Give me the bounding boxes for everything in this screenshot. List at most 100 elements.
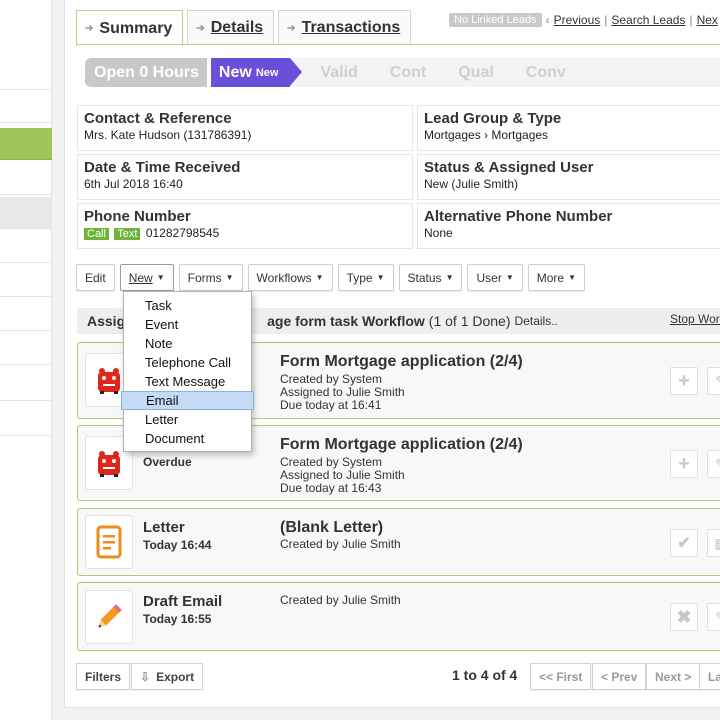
sidebar-item[interactable] <box>0 197 52 229</box>
sidebar-item[interactable] <box>0 369 52 401</box>
card-due: Due today at 16:41 <box>280 398 382 412</box>
edit-pencil-icon[interactable]: ✎ <box>707 450 720 478</box>
previous-link[interactable]: Previous <box>554 13 601 27</box>
linked-leads-badge: No Linked Leads <box>449 13 542 27</box>
workflows-dropdown-button[interactable]: Workflows ▼ <box>247 264 333 291</box>
workflow-prefix: Assig <box>87 313 126 329</box>
sidebar-item[interactable] <box>0 265 52 297</box>
sidebar-item-active[interactable] <box>0 128 52 160</box>
arrow-right-icon: ➔ <box>287 22 296 34</box>
sidebar-item[interactable] <box>0 404 52 436</box>
menu-item-telephone-call[interactable]: Telephone Call <box>124 353 251 372</box>
alt-phone-cell: Alternative Phone Number None <box>417 203 720 249</box>
sidebar-item[interactable] <box>0 163 52 195</box>
edit-pencil-icon[interactable]: ✎ <box>707 367 720 395</box>
card-created-by: Created by Julie Smith <box>280 537 401 551</box>
card-status: Overdue <box>143 455 192 469</box>
export-button[interactable]: ⇩ Export <box>131 663 204 690</box>
page-info: 1 to 4 of 4 <box>452 667 518 683</box>
contact-cell: Contact & Reference Mrs. Kate Hudson (13… <box>77 105 413 151</box>
alt-phone-label: Alternative Phone Number <box>424 208 613 225</box>
type-dropdown-button[interactable]: Type ▼ <box>337 264 394 291</box>
tab-transactions[interactable]: ➔ Transactions <box>278 10 412 45</box>
sidebar-item[interactable] <box>0 231 52 263</box>
menu-item-task[interactable]: Task <box>124 296 251 315</box>
workflow-name: age form task Workflow <box>267 313 425 329</box>
next-page-button[interactable]: Next > <box>646 663 701 690</box>
menu-item-document[interactable]: Document <box>124 429 251 448</box>
sidebar-item[interactable] <box>0 58 52 90</box>
forms-dropdown-button[interactable]: Forms ▼ <box>178 264 243 291</box>
card-assigned-to: Assigned to Julie Smith <box>280 468 405 482</box>
edit-pencil-icon[interactable]: ✎ <box>707 603 720 631</box>
more-dropdown-button[interactable]: More ▼ <box>527 264 586 291</box>
card-title: Form Mortgage application (2/4) <box>280 353 523 370</box>
phone-value: 01282798545 <box>145 226 220 240</box>
status-dropdown-button[interactable]: Status ▼ <box>398 264 463 291</box>
arrow-right-icon: ➔ <box>85 23 94 34</box>
menu-item-letter[interactable]: Letter <box>124 410 251 429</box>
menu-item-email[interactable]: Email <box>121 391 254 410</box>
status-value: New (Julie Smith) <box>424 177 519 191</box>
sidebar-item[interactable] <box>0 333 52 365</box>
last-page-button[interactable]: La <box>699 663 720 690</box>
card-type: Letter <box>143 519 185 536</box>
caret-down-icon: ▼ <box>225 273 234 282</box>
caret-down-icon: ▼ <box>315 273 324 282</box>
lead-group-label: Lead Group & Type <box>424 110 562 127</box>
contact-label: Contact & Reference <box>84 110 232 127</box>
card-title: (Blank Letter) <box>280 519 384 536</box>
activity-card[interactable]: Draft Email Today 16:55 Created by Julie… <box>77 582 720 651</box>
letter-document-icon <box>85 515 133 569</box>
menu-item-note[interactable]: Note <box>124 334 251 353</box>
sidebar-item[interactable] <box>0 299 52 331</box>
card-time: Today 16:55 <box>143 612 212 626</box>
check-icon[interactable]: ✔ <box>670 529 698 557</box>
tab-label: Summary <box>99 19 173 37</box>
workflow-count: (1 of 1 Done) <box>428 313 511 329</box>
tab-bar: ➔ Summary ➔ Details ➔ Transactions <box>76 10 415 46</box>
user-label: User <box>476 270 502 285</box>
user-dropdown-button[interactable]: User ▼ <box>467 264 523 291</box>
tab-details[interactable]: ➔ Details <box>187 10 275 45</box>
stage-new[interactable]: New New <box>210 58 302 87</box>
workflow-details-link[interactable]: Details.. <box>515 314 558 328</box>
stop-workflow-link[interactable]: Stop Work <box>670 312 720 326</box>
caret-down-icon: ▼ <box>156 273 165 282</box>
edit-button[interactable]: Edit <box>76 264 115 291</box>
delete-x-icon[interactable]: ✖ <box>670 603 698 631</box>
card-assigned-to: Assigned to Julie Smith <box>280 385 405 399</box>
stage-conv[interactable]: Conv <box>510 58 582 87</box>
download-icon: ⇩ <box>140 669 151 684</box>
stage-cont[interactable]: Cont <box>374 58 442 87</box>
menu-item-text-message[interactable]: Text Message <box>124 372 251 391</box>
prev-page-button[interactable]: < Prev <box>592 663 647 690</box>
tab-summary[interactable]: ➔ Summary <box>76 10 184 46</box>
workflows-label: Workflows <box>256 270 312 285</box>
caret-down-icon: ▼ <box>505 273 514 282</box>
add-icon[interactable]: + <box>670 450 698 478</box>
filters-button[interactable]: Filters <box>76 663 131 690</box>
call-badge[interactable]: Call <box>84 228 109 240</box>
date-label: Date & Time Received <box>84 159 241 176</box>
new-dropdown-menu: Task Event Note Telephone Call Text Mess… <box>121 291 254 452</box>
search-leads-link[interactable]: Search Leads <box>611 13 685 27</box>
calendar-icon[interactable]: ▦ <box>707 529 720 557</box>
sidebar-item[interactable] <box>0 91 52 123</box>
status-label: Status & Assigned User <box>424 159 594 176</box>
separator: | <box>689 13 693 27</box>
chevron-left-icon: ‹ <box>545 13 550 27</box>
text-badge[interactable]: Text <box>114 228 141 240</box>
next-link[interactable]: Nex <box>697 13 718 27</box>
stage-qual[interactable]: Qual <box>442 58 510 87</box>
status-btn-label: Status <box>407 270 442 285</box>
more-label: More <box>536 270 565 285</box>
add-icon[interactable]: + <box>670 367 698 395</box>
tab-label: Transactions <box>301 19 401 36</box>
activity-card[interactable]: Letter Today 16:44 (Blank Letter) Create… <box>77 508 720 576</box>
caret-down-icon: ▼ <box>568 273 577 282</box>
menu-item-event[interactable]: Event <box>124 315 251 334</box>
stage-valid[interactable]: Valid <box>304 58 373 87</box>
new-dropdown-button[interactable]: New ▼ <box>119 264 174 291</box>
first-page-button[interactable]: << First <box>530 663 592 690</box>
